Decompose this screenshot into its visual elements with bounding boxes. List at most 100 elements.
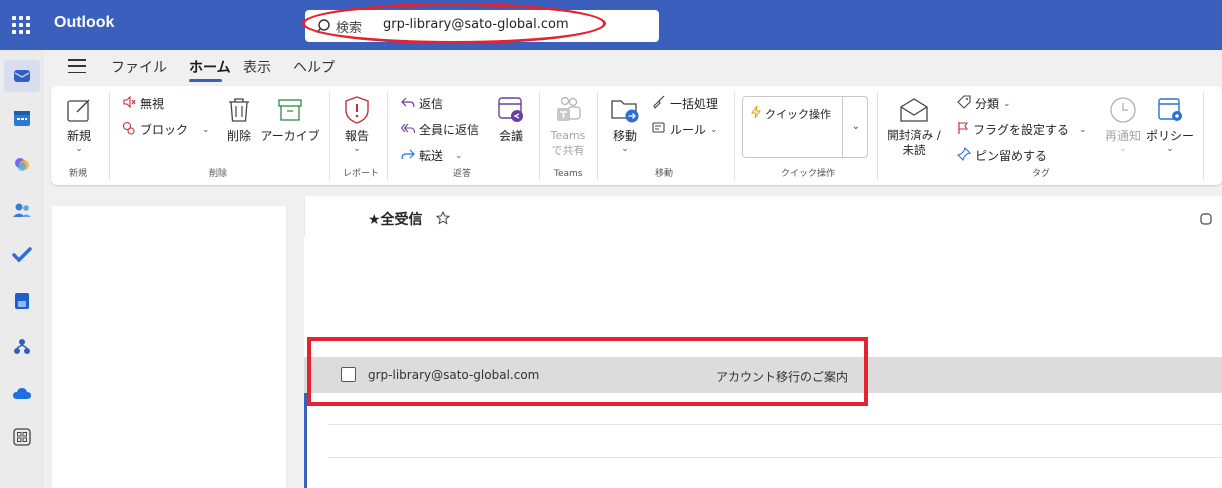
- group-divider: [329, 92, 330, 180]
- people-icon[interactable]: [11, 199, 33, 221]
- row-divider: [328, 457, 1118, 458]
- search-box[interactable]: 検索 grp-library@sato-global.com: [305, 10, 659, 42]
- move-folder-icon: [607, 94, 643, 126]
- quick-step-item[interactable]: クイック操作: [751, 105, 831, 122]
- group-divider: [539, 92, 540, 180]
- search-input[interactable]: grp-library@sato-global.com: [383, 17, 569, 32]
- reply-icon: [401, 96, 415, 111]
- pin-icon: [956, 146, 972, 164]
- block-label: ブロック: [140, 123, 189, 137]
- ribbon-tabs: ファイル ホーム 表示 ヘルプ: [44, 50, 1222, 84]
- delete-label: 削除: [226, 129, 251, 143]
- chevron-down-icon: ⌄: [1119, 144, 1127, 154]
- pin-button[interactable]: ピン留めする: [956, 146, 1047, 164]
- archive-icon: [259, 94, 321, 126]
- star-icon[interactable]: [435, 210, 451, 229]
- reply-all-button[interactable]: 全員に返信: [400, 121, 479, 138]
- teams-label-line1: Teams: [550, 129, 586, 142]
- chevron-down-icon: ⌄: [1166, 144, 1174, 154]
- tab-help[interactable]: ヘルプ: [293, 57, 335, 77]
- onedrive-icon[interactable]: [11, 382, 33, 404]
- chevron-down-icon: ⌄: [621, 144, 629, 154]
- rules-icon: [652, 121, 666, 138]
- group-divider: [597, 92, 598, 180]
- group-divider: [387, 92, 388, 180]
- chevron-down-icon: ⌄: [353, 144, 361, 154]
- block-button[interactable]: ブロック ⌄: [122, 121, 210, 138]
- group-label-tags: タグ: [1032, 169, 1051, 179]
- report-button[interactable]: 報告 ⌄: [339, 94, 375, 154]
- tab-home[interactable]: ホーム: [189, 57, 231, 77]
- chevron-down-icon: ⌄: [1079, 124, 1087, 135]
- reply-label: 返信: [419, 97, 444, 111]
- snooze-button[interactable]: 再通知 ⌄: [1099, 94, 1147, 154]
- menu-icon[interactable]: [68, 59, 86, 73]
- selection-strip: [304, 393, 307, 488]
- active-tab-indicator: [189, 79, 222, 82]
- message-list: [304, 196, 1222, 488]
- ignore-label: 無視: [140, 97, 165, 111]
- calendar-icon[interactable]: [11, 107, 33, 129]
- group-label-delete: 削除: [209, 169, 228, 179]
- reply-all-icon: [400, 122, 416, 137]
- chevron-down-icon[interactable]: ⌄: [852, 121, 860, 132]
- message-sender: grp-library@sato-global.com: [368, 368, 540, 382]
- app-launcher-icon[interactable]: [12, 16, 30, 34]
- group-label-quick-steps: クイック操作: [781, 169, 836, 179]
- group-label-teams: Teams: [554, 169, 583, 179]
- group-divider: [877, 92, 878, 180]
- forward-label: 転送: [419, 149, 444, 163]
- share-to-teams-button[interactable]: Teams で共有: [547, 94, 589, 158]
- quick-steps-box[interactable]: クイック操作 ⌄: [742, 96, 868, 158]
- filter-icon[interactable]: [1200, 212, 1214, 231]
- envelope-open-icon: [885, 94, 943, 126]
- new-mail-button[interactable]: 新規 ⌄: [61, 94, 97, 154]
- org-icon[interactable]: [11, 336, 33, 358]
- message-row[interactable]: grp-library@sato-global.com アカウント移行のご案内: [304, 357, 1222, 393]
- chevron-down-icon: ⌄: [710, 124, 718, 135]
- snooze-label: 再通知: [1104, 129, 1141, 143]
- group-label-report: レポート: [343, 169, 380, 179]
- app-rail: [0, 50, 44, 488]
- top-bar: Outlook 検索 grp-library@sato-global.com: [0, 0, 1222, 50]
- shield-alert-icon: [339, 94, 375, 126]
- categorize-button[interactable]: 分類 ⌄: [957, 95, 1011, 112]
- flag-button[interactable]: フラグを設定する ⌄: [957, 121, 1087, 138]
- move-button[interactable]: 移動 ⌄: [607, 94, 643, 154]
- quick-steps-divider: [842, 97, 843, 157]
- archive-button[interactable]: アーカイブ: [259, 94, 321, 144]
- chevron-down-icon: ⌄: [202, 124, 210, 135]
- meeting-button[interactable]: 会議: [495, 94, 527, 144]
- group-divider: [109, 92, 110, 180]
- policy-button[interactable]: ポリシー ⌄: [1145, 94, 1195, 154]
- group-divider: [734, 92, 735, 180]
- more-apps-icon[interactable]: [11, 426, 33, 448]
- mute-icon: [122, 95, 136, 112]
- meeting-icon: [495, 94, 527, 126]
- message-subject: アカウント移行のご案内: [716, 370, 849, 384]
- group-divider: [1203, 92, 1204, 180]
- tab-file[interactable]: ファイル: [111, 57, 167, 77]
- group-label-respond: 返答: [453, 169, 472, 179]
- read-unread-label-line2: 未読: [902, 143, 926, 157]
- select-checkbox[interactable]: [341, 367, 356, 382]
- delete-button[interactable]: 削除: [219, 94, 259, 144]
- teams-label-line2: で共有: [551, 144, 585, 157]
- folder-pane: [52, 206, 286, 488]
- policy-icon: [1145, 94, 1195, 126]
- meeting-label: 会議: [498, 129, 523, 143]
- tab-view[interactable]: 表示: [243, 57, 271, 77]
- block-icon: [122, 121, 136, 138]
- mail-icon[interactable]: [11, 65, 33, 87]
- todo-icon[interactable]: [11, 244, 33, 266]
- rules-button[interactable]: ルール ⌄: [652, 121, 718, 138]
- reply-button[interactable]: 返信: [401, 95, 443, 112]
- sweep-button[interactable]: 一括処理: [652, 95, 718, 112]
- word-icon[interactable]: [11, 290, 33, 312]
- copilot-icon[interactable]: [11, 153, 33, 175]
- ignore-button[interactable]: 無視: [122, 95, 164, 112]
- forward-button[interactable]: 転送 ⌄: [401, 147, 463, 164]
- sweep-label: 一括処理: [670, 97, 719, 111]
- forward-icon: [401, 148, 415, 163]
- read-unread-button[interactable]: 開封済み / 未読: [885, 94, 943, 158]
